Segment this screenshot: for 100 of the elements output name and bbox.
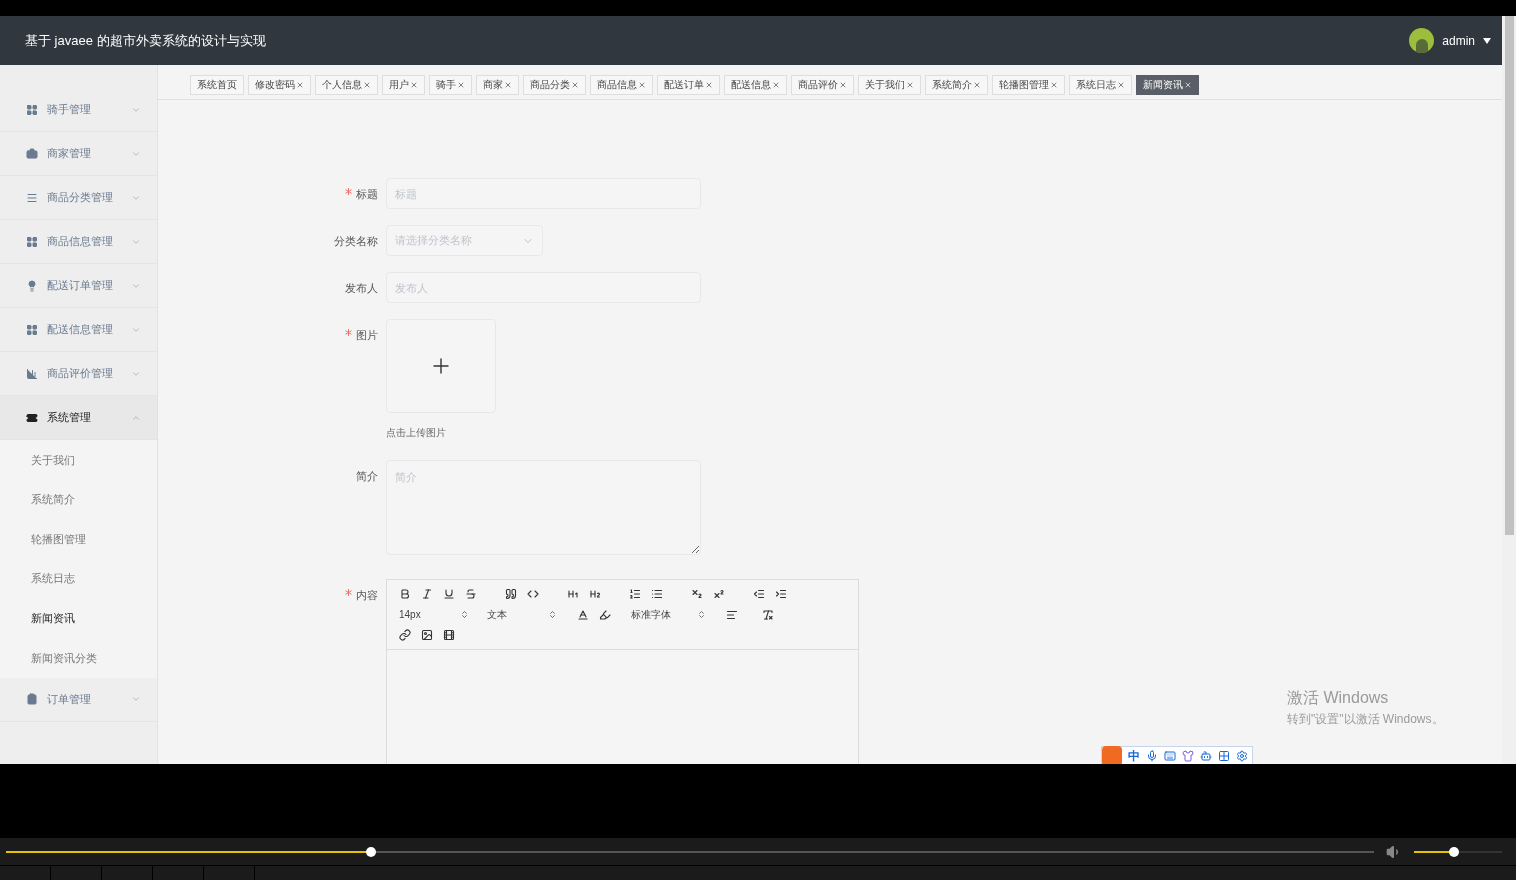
superscript-icon[interactable] [713, 588, 725, 600]
italic-icon[interactable] [421, 588, 433, 600]
page-tab[interactable]: 商品信息 [590, 75, 653, 95]
page-tab[interactable]: 关于我们 [858, 75, 921, 95]
subscript-icon[interactable] [691, 588, 703, 600]
page-tab[interactable]: 新闻资讯 [1136, 75, 1199, 95]
activation-text: 转到"设置"以激活 Windows。 [1287, 711, 1444, 728]
underline-icon[interactable] [443, 588, 455, 600]
page-tab[interactable]: 系统首页 [190, 75, 244, 95]
bold-icon[interactable] [399, 588, 411, 600]
close-icon[interactable] [504, 81, 512, 89]
page-tab[interactable]: 骑手 [429, 75, 472, 95]
scrollbar[interactable] [1502, 16, 1516, 764]
outdent-icon[interactable] [753, 588, 765, 600]
close-icon[interactable] [973, 81, 981, 89]
submenu-item[interactable]: 关于我们 [0, 440, 157, 480]
page-tab[interactable]: 配送信息 [724, 75, 787, 95]
quote-icon[interactable] [505, 588, 517, 600]
close-icon[interactable] [772, 81, 780, 89]
page-tab[interactable]: 商品分类 [523, 75, 586, 95]
sidebar-menu-item[interactable]: 商家管理 [0, 132, 157, 176]
close-icon[interactable] [1050, 81, 1058, 89]
heading-1-icon[interactable] [567, 588, 579, 600]
sidebar-menu-item[interactable]: 骑手管理 [0, 88, 157, 132]
activation-title: 激活 Windows [1287, 688, 1390, 708]
briefcase-icon [26, 147, 38, 160]
font-size-select[interactable]: 14px [399, 607, 469, 622]
field-label: 图片 [356, 328, 378, 343]
input-mode[interactable]: 中 [1128, 747, 1140, 764]
keyboard-icon[interactable] [1164, 750, 1176, 762]
text-color-icon[interactable] [577, 608, 589, 621]
grid-icon [26, 323, 38, 336]
align-icon[interactable] [726, 608, 738, 621]
page-tab[interactable]: 商品评价 [791, 75, 854, 95]
close-icon[interactable] [363, 81, 371, 89]
submenu-item[interactable]: 系统简介 [0, 479, 157, 520]
grid-icon[interactable] [1218, 750, 1230, 762]
user-menu[interactable]: admin [1409, 28, 1491, 53]
avatar [1409, 28, 1435, 53]
font-family-select[interactable]: 标准字体 [631, 607, 706, 622]
close-icon[interactable] [296, 81, 304, 89]
settings-icon[interactable] [1236, 750, 1248, 762]
close-icon[interactable] [457, 81, 465, 89]
video-icon[interactable] [443, 629, 455, 641]
close-icon[interactable] [410, 81, 418, 89]
close-icon[interactable] [638, 81, 646, 89]
sidebar-menu-item[interactable]: 商品信息管理 [0, 220, 157, 264]
page-tab[interactable]: 用户 [382, 75, 425, 95]
close-icon[interactable] [906, 81, 914, 89]
bar-chart-icon [26, 367, 38, 380]
format-select[interactable]: 文本 [487, 607, 557, 622]
page-tab[interactable]: 系统简介 [925, 75, 988, 95]
submenu-item[interactable]: 系统日志 [0, 558, 157, 599]
sidebar-menu-item[interactable]: 系统管理 [0, 396, 157, 440]
grid-icon [26, 103, 38, 116]
volume-thumb[interactable] [1448, 846, 1459, 857]
clipboard-icon [26, 693, 38, 706]
submenu-item[interactable]: 轮播图管理 [0, 519, 157, 559]
field-label: 简介 [356, 469, 378, 484]
page-tab[interactable]: 轮播图管理 [992, 75, 1065, 95]
field-label: 内容 [356, 588, 378, 603]
shirt-icon[interactable] [1182, 750, 1194, 762]
up-down-icon [697, 610, 706, 619]
sidebar-menu-item[interactable]: 商品分类管理 [0, 176, 157, 220]
indent-icon[interactable] [775, 588, 787, 600]
close-icon[interactable] [571, 81, 579, 89]
field-label: 发布人 [345, 281, 378, 296]
highlight-icon[interactable] [599, 608, 611, 621]
bullet-list-icon[interactable] [651, 588, 663, 600]
page-tab[interactable]: 配送订单 [657, 75, 720, 95]
microphone-icon[interactable] [1146, 750, 1158, 762]
page-tab[interactable]: 系统日志 [1069, 75, 1132, 95]
strikethrough-icon[interactable] [465, 588, 477, 600]
image-icon[interactable] [421, 629, 433, 641]
sidebar-menu-item[interactable]: 配送订单管理 [0, 264, 157, 308]
menu-icon [26, 191, 38, 204]
upload-hint: 点击上传图片 [386, 426, 447, 440]
submenu-item[interactable]: 新闻资讯 [0, 598, 157, 638]
robot-icon[interactable] [1200, 750, 1212, 762]
caret-icon [1483, 37, 1491, 44]
page-tab[interactable]: 个人信息 [315, 75, 378, 95]
up-down-icon [548, 610, 557, 619]
system-title: 基于 javaee 的超市外卖系统的设计与实现 [25, 31, 266, 50]
code-icon[interactable] [527, 588, 539, 600]
clear-format-icon[interactable] [762, 608, 774, 621]
field-label: 分类名称 [334, 234, 378, 249]
close-icon[interactable] [705, 81, 713, 89]
page-tab[interactable]: 修改密码 [248, 75, 311, 95]
submenu-item[interactable]: 新闻资讯分类 [0, 637, 157, 678]
sidebar-menu-item[interactable]: 配送信息管理 [0, 308, 157, 352]
heading-2-icon[interactable] [589, 588, 601, 600]
link-icon[interactable] [399, 629, 411, 641]
close-icon[interactable] [1117, 81, 1125, 89]
page-tab[interactable]: 商家 [476, 75, 519, 95]
sidebar-menu-item[interactable]: 订单管理 [0, 677, 157, 722]
grid-icon [26, 235, 38, 248]
ordered-list-icon[interactable] [629, 588, 641, 600]
progress-thumb[interactable] [366, 846, 377, 857]
close-icon[interactable] [839, 81, 847, 89]
logo-icon [1102, 746, 1122, 764]
